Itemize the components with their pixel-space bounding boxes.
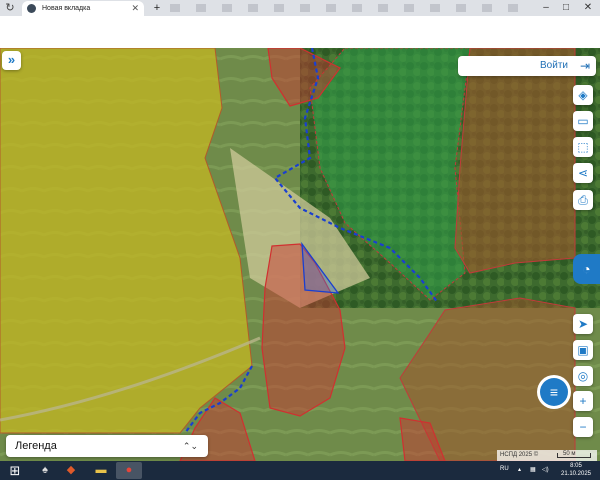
tab-close-icon[interactable]: ✕ (131, 1, 139, 16)
map-attribution: НСПД 2025 © 50 м (497, 450, 597, 461)
search-location-icon[interactable]: ◎ (573, 366, 593, 386)
maximize-button[interactable]: □ (556, 0, 576, 16)
yellow-zone[interactable] (0, 48, 253, 434)
browser-tab-bar: ↻ Новая вкладка ✕ + – □ ✕ (0, 0, 600, 16)
explorer-icon[interactable]: ◆ (58, 462, 84, 479)
language-indicator[interactable]: RU (500, 466, 509, 472)
legend-label: Легенда (15, 440, 57, 452)
sign-in-icon: ⇥ (579, 59, 590, 73)
back-arrow-icon[interactable]: ↻ (3, 1, 17, 15)
os-taskbar: ⊞ ♠ ◆ ▬ ● RU ▴ ▦ ◁) 8:05 21.10.2025 (0, 461, 600, 480)
locate-arrow-icon[interactable]: ➤ (573, 314, 593, 334)
map-layers (0, 48, 600, 461)
background-tabs (170, 4, 530, 12)
tray-arrow-icon[interactable]: ▴ (518, 466, 521, 473)
print-icon[interactable]: ⎙ (573, 190, 593, 210)
brown-zone-north[interactable] (454, 48, 576, 274)
ruler-icon[interactable]: ▭ (573, 111, 593, 131)
layers-icon[interactable]: ◈ (573, 85, 593, 105)
attribution-text: НСПД 2025 © (500, 452, 539, 458)
login-label: Войти (540, 60, 568, 71)
clock[interactable]: 8:05 21.10.2025 (556, 462, 596, 478)
clock-time: 8:05 (570, 463, 582, 469)
media-icon[interactable]: ♠ (32, 462, 58, 479)
map-viewport[interactable]: » Войти ⇥ ◈ ▭ ⬚ ⋖ ⎙ ◔ ➤ ▣ ◎ + − ≡ Легенд… (0, 48, 600, 461)
close-window-button[interactable]: ✕ (578, 0, 598, 16)
clock-date: 21.10.2025 (560, 471, 592, 477)
zoom-out-button[interactable]: − (573, 417, 593, 437)
zoom-in-button[interactable]: + (573, 391, 593, 411)
network-icon[interactable]: ▦ (530, 466, 536, 473)
map-mode-icon[interactable]: ▣ (573, 340, 593, 360)
browser-toolbar (0, 16, 600, 48)
minimize-button[interactable]: – (536, 0, 556, 16)
browser-tab-icon (27, 4, 36, 13)
tab-new-tab[interactable]: Новая вкладка ✕ (22, 1, 144, 16)
start-orb-icon[interactable]: ⊞ (2, 462, 28, 479)
new-tab-button[interactable]: + (150, 1, 164, 16)
volume-icon[interactable]: ◁) (542, 466, 549, 473)
legend-dropdown[interactable]: Легенда ⌃⌄ (6, 435, 208, 457)
chrome-icon[interactable]: ● (116, 462, 142, 479)
scale-label: 50 м (563, 451, 576, 457)
menu-lines-icon[interactable]: ≡ (540, 378, 568, 406)
expand-panel-button[interactable]: » (2, 51, 21, 70)
cadastre-logo-icon[interactable]: ◔ (573, 254, 600, 284)
chevron-updown-icon: ⌃⌄ (182, 441, 198, 451)
system-tray: RU ▴ ▦ ◁) 8:05 21.10.2025 (496, 461, 596, 480)
login-button[interactable]: Войти ⇥ (458, 56, 596, 76)
share-icon[interactable]: ⋖ (573, 163, 593, 183)
folder-icon[interactable]: ▬ (88, 462, 114, 479)
select-area-icon[interactable]: ⬚ (573, 137, 593, 157)
tab-label: Новая вкладка (42, 5, 91, 12)
